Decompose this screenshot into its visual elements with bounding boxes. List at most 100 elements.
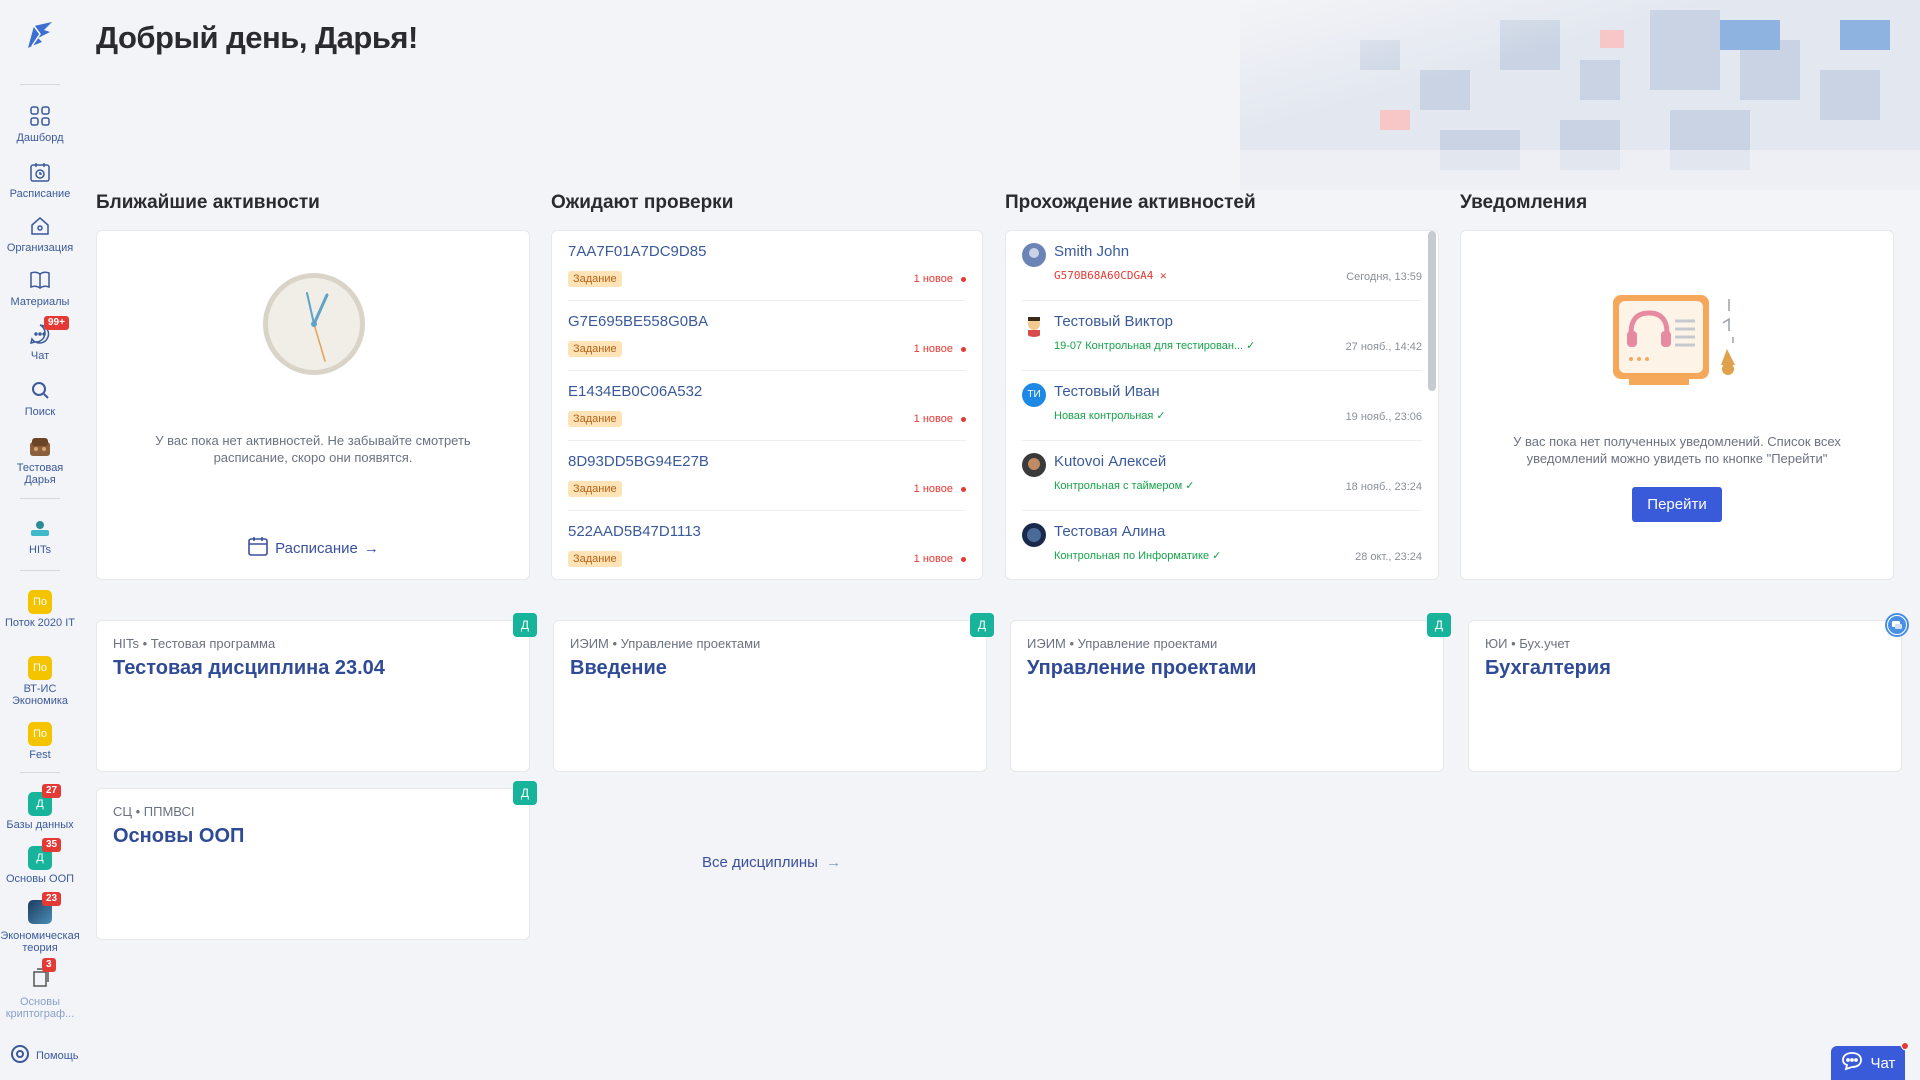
review-code[interactable]: 7AA7F01A7DC9D85 [568,243,706,260]
sidebar-item-course[interactable]: 23 Экономическая теория [0,892,80,954]
discipline-card[interactable]: ЮИ • Бух.учет Бухгалтерия [1468,613,1909,772]
activities-empty-line: У вас пока нет активностей. Не забывайте… [155,433,471,448]
activities-empty-text: У вас пока нет активностей. Не забывайте… [97,432,529,466]
sidebar-item-label: Основы ООП [5,873,75,885]
discipline-chat-icon [1885,613,1909,637]
sidebar-item-search[interactable]: Поиск [0,378,80,418]
student-name[interactable]: Smith John [1054,243,1129,260]
discipline-title[interactable]: Тестовая дисциплина 23.04 [113,657,385,680]
progress-item[interactable]: ТИ Тестовый Иван Новая контрольная ✓ 19 … [1022,371,1422,441]
activity-time: Сегодня, 13:59 [1346,271,1422,283]
activity-status: Контрольная с таймером ✓ [1054,480,1195,492]
logo-icon[interactable] [22,18,58,54]
go-button[interactable]: Перейти [1632,487,1722,522]
discipline-breadcrumb: СЦ • ППМВСI [113,804,195,819]
progress-item[interactable]: Kutovoi Алексей Контрольная с таймером ✓… [1022,441,1422,511]
notifications-empty-line: У вас пока нет полученных уведомлений. С… [1513,434,1841,449]
review-code[interactable]: 522AAD5B47D1113 [568,523,701,540]
sidebar-item-org-hits[interactable]: HITs [0,516,80,556]
avatar [1022,453,1046,477]
sidebar-item-organization[interactable]: Организация [0,214,80,254]
progress-card: Smith John G570B68A60CDGA4 ✕ Сегодня, 13… [1005,230,1439,580]
discipline-card[interactable]: ИЭИМ • Управление проектами Введение Д [553,613,994,772]
notifications-action: Перейти [1461,487,1893,522]
sidebar-item-profile[interactable]: Тестовая Дарья [0,434,80,486]
review-item[interactable]: 8D93DD5BG94E27B Задание 1 новое [568,441,966,511]
new-count: 1 новое [914,553,966,565]
sidebar-item-course[interactable]: 3 Основы криптограф... [0,958,80,1020]
course-badge: 35 [42,838,62,852]
course-badge: 3 [42,958,56,972]
calendar-clock-icon [28,160,52,184]
discipline-tag: Д [513,613,537,637]
activities-card: У вас пока нет активностей. Не забывайте… [96,230,530,580]
help-link[interactable]: Помощь [10,1044,79,1067]
dashboard-icon [28,104,52,128]
arrow-right-icon: → [363,539,379,557]
sidebar-item-label: Базы данных [6,819,74,831]
discipline-title[interactable]: Основы ООП [113,825,244,848]
notifications-empty-line: уведомлений можно увидеть по кнопке "Пер… [1526,451,1828,466]
review-code[interactable]: 8D93DD5BG94E27B [568,453,709,470]
review-item[interactable]: E1434EB0C06A532 Задание 1 новое [568,371,966,441]
schedule-link[interactable]: Расписание → [97,535,529,561]
sidebar-item-label: HITs [29,544,51,556]
review-code[interactable]: E1434EB0C06A532 [568,383,702,400]
task-tag: Задание [568,551,622,567]
sidebar-divider [20,570,60,571]
course-badge: 27 [42,784,62,798]
sidebar-item-group[interactable]: По ВТ-ИС Экономика [0,656,80,707]
discipline-title[interactable]: Управление проектами [1027,657,1256,680]
progress-item[interactable]: Тестовая Алина Контрольная по Информатик… [1022,511,1422,579]
task-tag: Задание [568,411,622,427]
section-title-review: Ожидают проверки [551,192,734,213]
sidebar-item-label: Экономическая теория [0,930,80,954]
activity-time: 28 окт., 23:24 [1355,551,1422,563]
discipline-card[interactable]: ИЭИМ • Управление проектами Управление п… [1010,613,1451,772]
student-name[interactable]: Kutovoi Алексей [1054,453,1166,470]
sidebar-item-chat[interactable]: 99+ Чат [0,316,80,362]
chat-button[interactable]: Чат [1831,1042,1909,1080]
chat-bubble-icon [1841,1051,1863,1075]
student-name[interactable]: Тестовый Виктор [1054,313,1173,330]
sidebar-item-group[interactable]: По Fest [0,722,80,761]
discipline-card[interactable]: HITs • Тестовая программа Тестовая дисци… [96,613,537,772]
clock-illustration [261,271,367,382]
sidebar-item-schedule[interactable]: Расписание [0,160,80,200]
section-title-notifications: Уведомления [1460,192,1588,213]
calendar-icon [247,535,269,561]
review-code[interactable]: G7E695BE558G0BA [568,313,708,330]
arrow-right-icon: → [826,854,842,871]
sidebar-item-dashboard[interactable]: Дашборд [0,104,80,144]
progress-item[interactable]: Тестовый Виктор 19-07 Контрольная для те… [1022,301,1422,371]
all-disciplines-link[interactable]: Все дисциплины → [702,854,841,871]
group-icon: По [28,656,52,680]
discipline-title[interactable]: Введение [570,657,667,680]
chat-unread-dot [1901,1042,1909,1050]
student-name[interactable]: Тестовый Иван [1054,383,1160,400]
review-item[interactable]: 522AAD5B47D1113 Задание 1 новое [568,511,966,579]
review-item[interactable]: 7AA7F01A7DC9D85 Задание 1 новое [568,231,966,301]
review-item[interactable]: G7E695BE558G0BA Задание 1 новое [568,301,966,371]
discipline-title[interactable]: Бухгалтерия [1485,657,1611,680]
discipline-card[interactable]: СЦ • ППМВСI Основы ООП Д [96,781,537,940]
lifebuoy-icon [10,1044,30,1067]
discipline-breadcrumb: HITs • Тестовая программа [113,636,276,651]
activity-status: Контрольная по Информатике ✓ [1054,550,1222,562]
sidebar-item-materials[interactable]: Материалы [0,268,80,308]
chat-icon: 99+ [28,316,69,346]
student-name[interactable]: Тестовая Алина [1054,523,1165,540]
section-title-activities: Ближайшие активности [96,192,320,213]
scrollbar[interactable] [1428,231,1436,391]
progress-item[interactable]: Smith John G570B68A60CDGA4 ✕ Сегодня, 13… [1022,231,1422,301]
sidebar-item-label: Расписание [9,188,71,200]
sidebar-item-course[interactable]: Д 27 Базы данных [0,784,80,831]
chat-button-label: Чат [1870,1054,1896,1072]
sidebar-item-course[interactable]: Д 35 Основы ООП [0,838,80,885]
sidebar-divider [20,498,60,499]
sidebar-item-label: Тестовая Дарья [16,462,64,486]
new-count: 1 новое [914,273,966,285]
sidebar-item-group[interactable]: По Поток 2020 IT [0,590,80,629]
chat-badge: 99+ [44,316,69,330]
search-icon [28,378,52,402]
